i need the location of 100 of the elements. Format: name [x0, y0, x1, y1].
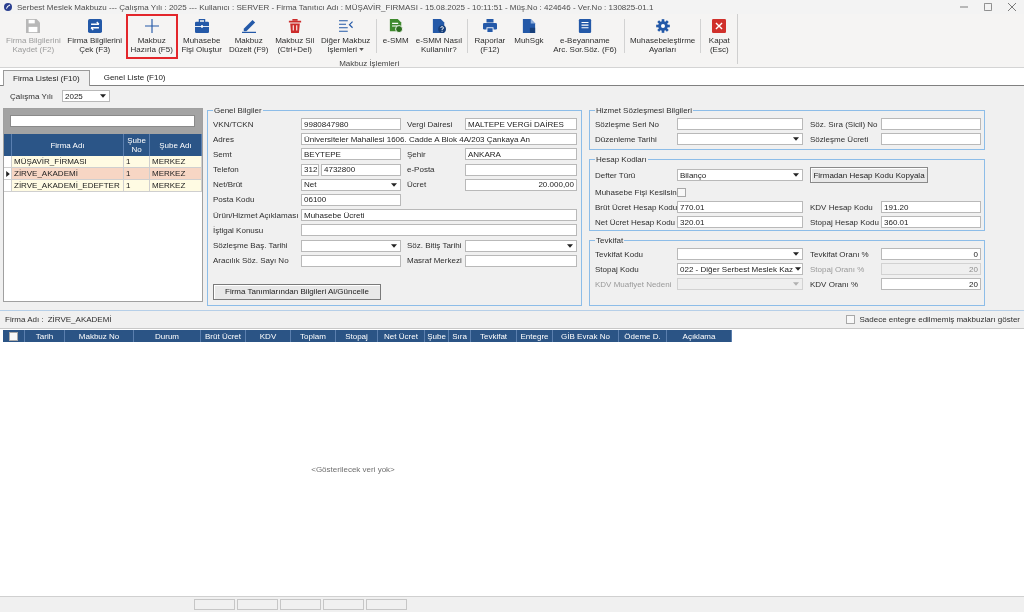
number-field[interactable]: 0	[881, 248, 981, 260]
field-label: Tevkifat Oranı %	[809, 249, 870, 259]
column-header[interactable]: Net Ücret	[378, 330, 425, 342]
toolbar-button[interactable]: e-SMM Nasıl Kullanılır?	[412, 14, 465, 59]
group-title: Hizmet Sözleşmesi Bilgileri	[595, 106, 694, 115]
tab[interactable]: Genel Liste (F10)	[93, 70, 176, 84]
update-button[interactable]: Firma Tanımlarından Bilgileri Al/Güncelle	[213, 283, 381, 300]
close-icon[interactable]	[1008, 3, 1016, 11]
table-cell[interactable]: 1	[124, 156, 150, 168]
field-label: Muhasebe Fişi Kesilsin	[595, 187, 677, 197]
table-cell[interactable]: 1	[124, 168, 150, 180]
toolbar-button[interactable]: Firma Bilgilerini Çek (F3)	[63, 14, 126, 59]
group-title: Hesap Kodları	[595, 155, 648, 164]
toolbar-button[interactable]: Diğer Makbuz İşlemleri	[317, 14, 374, 59]
text-field[interactable]: 06100	[301, 193, 401, 206]
field-label: Firma Adı :	[5, 315, 44, 324]
column-header[interactable]: Sıra	[449, 330, 471, 342]
table-cell[interactable]: ZİRVE_AKADEMİ	[12, 168, 124, 180]
dropdown-field[interactable]	[301, 239, 401, 252]
field-label: Aracılık Söz. Sayı No	[213, 256, 290, 266]
column-header[interactable]: Makbuz No	[65, 330, 134, 342]
text-field[interactable]	[465, 254, 577, 267]
dropdown-field[interactable]	[465, 239, 577, 252]
text-field[interactable]	[677, 118, 803, 130]
dropdown-field[interactable]: Net	[301, 178, 401, 191]
number-field[interactable]: 20.000,00	[465, 178, 577, 191]
text-field[interactable]	[881, 133, 981, 145]
year-select[interactable]: 2025	[62, 90, 110, 102]
text-field[interactable]	[465, 163, 577, 176]
text-field[interactable]	[301, 254, 401, 267]
table-cell[interactable]: MÜŞAVİR_FİRMASI	[12, 156, 124, 168]
dropdown-arrow-icon	[100, 94, 106, 98]
table-cell[interactable]: 1	[124, 180, 150, 192]
toolbar-button[interactable]: Makbuz Hazırla (F5)	[125, 14, 178, 59]
text-field[interactable]: 360.01	[881, 216, 981, 228]
field-label: Telefon	[213, 165, 240, 175]
dropdown-field[interactable]: Bilanço	[677, 169, 803, 181]
dropdown-field[interactable]	[677, 133, 803, 145]
text-field[interactable]: 320.01	[677, 216, 803, 228]
checkbox[interactable]	[677, 187, 686, 197]
table-cell[interactable]: MERKEZ	[150, 168, 202, 180]
phone-field[interactable]: 4732800	[321, 163, 401, 176]
column-header[interactable]: Ödeme D.	[619, 330, 667, 342]
text-field[interactable]: 191.20	[881, 201, 981, 213]
search-field[interactable]	[10, 115, 195, 127]
table-cell[interactable]: ZİRVE_AKADEMİ_EDEFTER	[12, 180, 124, 192]
toolbar-button[interactable]: Muhasebeleştirme Ayarları	[626, 14, 699, 59]
toolbar-button[interactable]: Kapat (Esc)	[703, 14, 736, 59]
column-header[interactable]: GİB Evrak No	[553, 330, 619, 342]
column-header[interactable]: KDV	[246, 330, 291, 342]
maximize-icon[interactable]	[984, 3, 992, 11]
field-label: Stopaj Kodu	[595, 264, 640, 274]
column-header[interactable]: Durum	[134, 330, 201, 342]
field-label: KDV Oranı %	[809, 279, 859, 289]
field-label: Şehir	[406, 149, 427, 159]
field-label: e-Posta	[406, 165, 436, 175]
area-code-field[interactable]: 312	[301, 163, 319, 176]
field-label: İştigal Konusu	[213, 225, 265, 235]
field-label: Defter Türü	[595, 170, 637, 180]
table-cell[interactable]: MERKEZ	[150, 180, 202, 192]
column-header[interactable]: Toplam	[291, 330, 336, 342]
checkbox[interactable]	[9, 331, 18, 341]
field-label: Brüt Ücret Hesap Kodu	[595, 202, 677, 212]
text-field[interactable]: BEYTEPE	[301, 148, 401, 161]
toolbar-button[interactable]: Makbuz Düzelt (F9)	[225, 14, 272, 59]
column-header[interactable]: Brüt Ücret	[201, 330, 246, 342]
text-field[interactable]: 9980847980	[301, 118, 401, 130]
tab[interactable]: Firma Listesi (F10)	[3, 70, 90, 86]
text-field[interactable]	[881, 118, 981, 130]
toolbar-button[interactable]: Makbuz Sil (Ctrl+Del)	[271, 14, 318, 59]
toolbar-button[interactable]: e-SMM	[378, 14, 413, 59]
column-header[interactable]: Entegre	[517, 330, 553, 342]
document-question-icon	[431, 19, 446, 33]
minimize-icon[interactable]	[960, 3, 968, 11]
column-header[interactable]: Tarih	[25, 330, 65, 342]
text-field[interactable]: MALTEPE VERGİ DAİRES	[465, 118, 577, 130]
column-header[interactable]: Tevkifat	[471, 330, 517, 342]
dropdown-field[interactable]	[677, 248, 803, 260]
number-field[interactable]: 20	[881, 278, 981, 290]
column-header[interactable]: Şube	[425, 330, 449, 342]
dropdown-field[interactable]: 022 - Diğer Serbest Meslek Kaz	[677, 263, 803, 275]
toolbar-button[interactable]: Muhasebe Fişi Oluştur	[177, 14, 226, 59]
column-header[interactable]: Açıklama	[667, 330, 732, 342]
copy-button[interactable]: Firmadan Hesap Kodu Kopyala	[810, 167, 928, 183]
field-value: ZİRVE_AKADEMİ	[47, 315, 112, 324]
document-lines-icon	[577, 19, 592, 33]
toolbar-button[interactable]: Raporlar (F12)	[469, 14, 510, 59]
field-label: Sözleşme Ücreti	[809, 134, 870, 144]
toolbar-button[interactable]: MuhSgk	[509, 14, 548, 59]
empty-message: <Gösterilecek veri yok>	[311, 464, 395, 474]
text-field[interactable]	[301, 224, 577, 237]
toolbar-button[interactable]: e-Beyanname Arc. Sor.Söz. (F6)	[547, 14, 622, 59]
checkbox[interactable]	[846, 315, 856, 324]
text-field[interactable]: 770.01	[677, 201, 803, 213]
column-header[interactable]: Stopaj	[336, 330, 378, 342]
text-field[interactable]: Muhasebe Ücreti	[301, 209, 577, 222]
text-field[interactable]: ANKARA	[465, 148, 577, 161]
table-cell[interactable]: MERKEZ	[150, 156, 202, 168]
field-label: Sözleşme Seri No	[595, 119, 661, 129]
text-field[interactable]: Üniversiteler Mahallesi 1606. Cadde A Blok 4A/203 Çankaya An	[301, 133, 577, 146]
